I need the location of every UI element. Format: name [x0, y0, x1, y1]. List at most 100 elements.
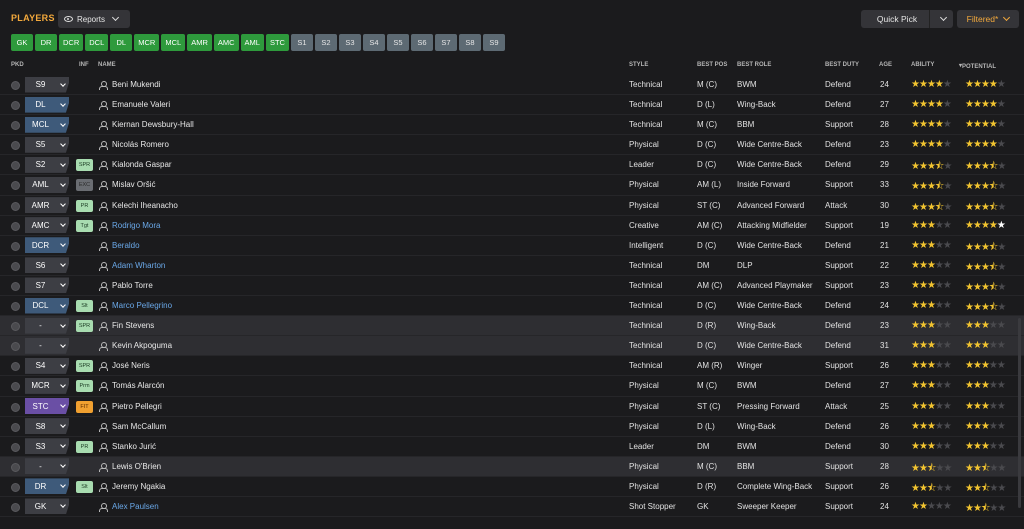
- table-row[interactable]: MCL Kiernan Dewsbury-Hall Technical M (C) BB…: [0, 115, 1024, 136]
- player-name[interactable]: José Neris: [112, 361, 150, 370]
- player-name[interactable]: Alex Paulsen: [112, 502, 159, 511]
- player-name[interactable]: Kelechi Iheanacho: [112, 201, 178, 210]
- player-name[interactable]: Pietro Pellegri: [112, 402, 162, 411]
- table-row[interactable]: GK Alex Paulsen Shot Stopper GK Sweeper Keep…: [0, 497, 1024, 518]
- select-checkbox[interactable]: [11, 281, 20, 291]
- col-potential[interactable]: ▾ POTENTIAL: [959, 62, 996, 70]
- select-checkbox[interactable]: [11, 241, 20, 251]
- player-name[interactable]: Beraldo: [112, 241, 140, 250]
- filter-button[interactable]: Filtered*: [957, 10, 1019, 28]
- table-row[interactable]: MCR Prm Tomás Alarcón Physical M (C) BWM Defen…: [0, 376, 1024, 397]
- position-chip[interactable]: S5: [386, 34, 409, 51]
- player-name[interactable]: Pablo Torre: [112, 281, 153, 290]
- col-best-duty[interactable]: BEST DUTY: [825, 62, 859, 68]
- position-chip[interactable]: AMR: [187, 34, 212, 51]
- position-select[interactable]: S6: [25, 257, 69, 274]
- position-chip[interactable]: DCL: [85, 34, 109, 51]
- table-row[interactable]: STC FIT Pietro Pellegri Physical ST (C) Press…: [0, 397, 1024, 417]
- select-checkbox[interactable]: [11, 261, 20, 271]
- position-chip[interactable]: S7: [434, 34, 457, 51]
- table-row[interactable]: S6 Adam Wharton Technical DM DLP Support 22 ★★★…: [0, 256, 1024, 276]
- position-chip[interactable]: S3: [338, 34, 361, 51]
- table-row[interactable]: DCL Slt Marco Pellegrino Technical D (C) Wide…: [0, 296, 1024, 317]
- col-best-role[interactable]: BEST ROLE: [737, 62, 771, 68]
- select-checkbox[interactable]: [11, 322, 20, 332]
- table-row[interactable]: S9 Beni Mukendi Technical M (C) BWM Defend 24 ★…: [0, 75, 1024, 96]
- select-checkbox[interactable]: [11, 81, 20, 90]
- position-select[interactable]: AMC: [25, 217, 69, 234]
- table-row[interactable]: DL Emanuele Valeri Technical D (L) Wing-Back…: [0, 95, 1024, 116]
- col-name[interactable]: NAME: [98, 62, 116, 68]
- quick-pick-dropdown[interactable]: [929, 10, 953, 28]
- position-select[interactable]: S4: [25, 357, 69, 374]
- position-select[interactable]: MCR: [25, 377, 69, 394]
- table-row[interactable]: S8 Sam McCallum Physical D (L) Wing-Back Defe…: [0, 417, 1024, 437]
- select-checkbox[interactable]: [11, 382, 20, 392]
- player-name[interactable]: Kialonda Gaspar: [112, 160, 172, 169]
- position-chip[interactable]: S6: [410, 34, 433, 51]
- position-select[interactable]: S9: [25, 76, 69, 93]
- position-chip[interactable]: S8: [458, 34, 481, 51]
- position-select[interactable]: S8: [25, 418, 69, 435]
- table-row[interactable]: S7 Pablo Torre Technical AM (C) Advanced Pla…: [0, 276, 1024, 297]
- table-row[interactable]: - Lewis O'Brien Physical M (C) BBM Support 28 ★…: [0, 456, 1024, 477]
- player-name[interactable]: Sam McCallum: [112, 422, 166, 431]
- player-name[interactable]: Lewis O'Brien: [112, 462, 161, 471]
- position-select[interactable]: S2: [25, 156, 69, 173]
- position-select[interactable]: MCL: [25, 116, 69, 133]
- position-select[interactable]: S7: [25, 277, 69, 294]
- table-row[interactable]: - Kevin Akpoguma Technical D (C) Wide Centre…: [0, 336, 1024, 357]
- table-row[interactable]: DR Slt Jeremy Ngakia Physical D (R) Complete …: [0, 477, 1024, 497]
- player-name[interactable]: Marco Pellegrino: [112, 301, 172, 310]
- player-name[interactable]: Kiernan Dewsbury-Hall: [112, 120, 194, 129]
- position-chip[interactable]: AML: [240, 34, 264, 51]
- position-chip[interactable]: STC: [265, 34, 289, 51]
- quick-pick-button[interactable]: Quick Pick: [861, 10, 953, 28]
- select-checkbox[interactable]: [11, 302, 20, 312]
- select-checkbox[interactable]: [11, 362, 20, 372]
- select-checkbox[interactable]: [11, 161, 20, 171]
- position-select[interactable]: AML: [25, 176, 69, 193]
- select-checkbox[interactable]: [11, 462, 20, 472]
- table-row[interactable]: DCR Beraldo Intelligent D (C) Wide Centre-Ba…: [0, 236, 1024, 256]
- scrollbar[interactable]: [1018, 318, 1021, 508]
- select-checkbox[interactable]: [11, 221, 20, 231]
- select-checkbox[interactable]: [11, 342, 20, 352]
- col-best-pos[interactable]: BEST POS: [697, 62, 727, 68]
- position-select[interactable]: DL: [25, 96, 69, 113]
- col-style[interactable]: STYLE: [629, 62, 648, 68]
- player-name[interactable]: Mislav Oršić: [112, 180, 156, 189]
- table-row[interactable]: S4 SPR José Neris Technical AM (R) Winger Supp…: [0, 356, 1024, 377]
- position-select[interactable]: DCL: [25, 297, 69, 314]
- table-row[interactable]: AML EXC Mislav Oršić Physical AM (L) Inside F…: [0, 175, 1024, 196]
- position-chip[interactable]: MCR: [134, 34, 160, 51]
- col-age[interactable]: AGE: [879, 62, 892, 68]
- position-select[interactable]: DR: [25, 478, 69, 495]
- select-checkbox[interactable]: [11, 181, 20, 191]
- table-row[interactable]: AMR PR Kelechi Iheanacho Physical ST (C) Adva…: [0, 196, 1024, 216]
- reports-button[interactable]: Reports: [58, 10, 130, 28]
- position-chip[interactable]: S4: [362, 34, 385, 51]
- select-checkbox[interactable]: [11, 201, 20, 211]
- col-inf[interactable]: INF: [79, 62, 89, 68]
- position-chip[interactable]: MCL: [161, 34, 186, 51]
- position-select[interactable]: GK: [25, 498, 69, 515]
- position-chip[interactable]: S1: [290, 34, 313, 51]
- player-name[interactable]: Fin Stevens: [112, 321, 154, 330]
- table-row[interactable]: S5 Nicolás Romero Physical D (C) Wide Centre…: [0, 135, 1024, 156]
- select-checkbox[interactable]: [11, 402, 20, 412]
- position-chip[interactable]: S9: [482, 34, 505, 51]
- select-checkbox[interactable]: [11, 482, 20, 492]
- table-row[interactable]: AMC Tgt Rodrigo Mora Creative AM (C) Attackin…: [0, 216, 1024, 236]
- table-row[interactable]: S2 SPR Kialonda Gaspar Leader D (C) Wide Cent…: [0, 155, 1024, 176]
- position-chip[interactable]: DR: [35, 34, 57, 51]
- player-name[interactable]: Adam Wharton: [112, 261, 165, 270]
- table-row[interactable]: S3 PR Stanko Jurić Leader DM BWM Defend 30 ★★★★★…: [0, 437, 1024, 457]
- position-chip[interactable]: DL: [110, 34, 133, 51]
- position-chip[interactable]: S2: [314, 34, 337, 51]
- position-select[interactable]: -: [25, 458, 69, 475]
- player-name[interactable]: Tomás Alarcón: [112, 381, 164, 390]
- position-select[interactable]: AMR: [25, 197, 69, 214]
- select-checkbox[interactable]: [11, 121, 20, 131]
- player-name[interactable]: Kevin Akpoguma: [112, 341, 172, 350]
